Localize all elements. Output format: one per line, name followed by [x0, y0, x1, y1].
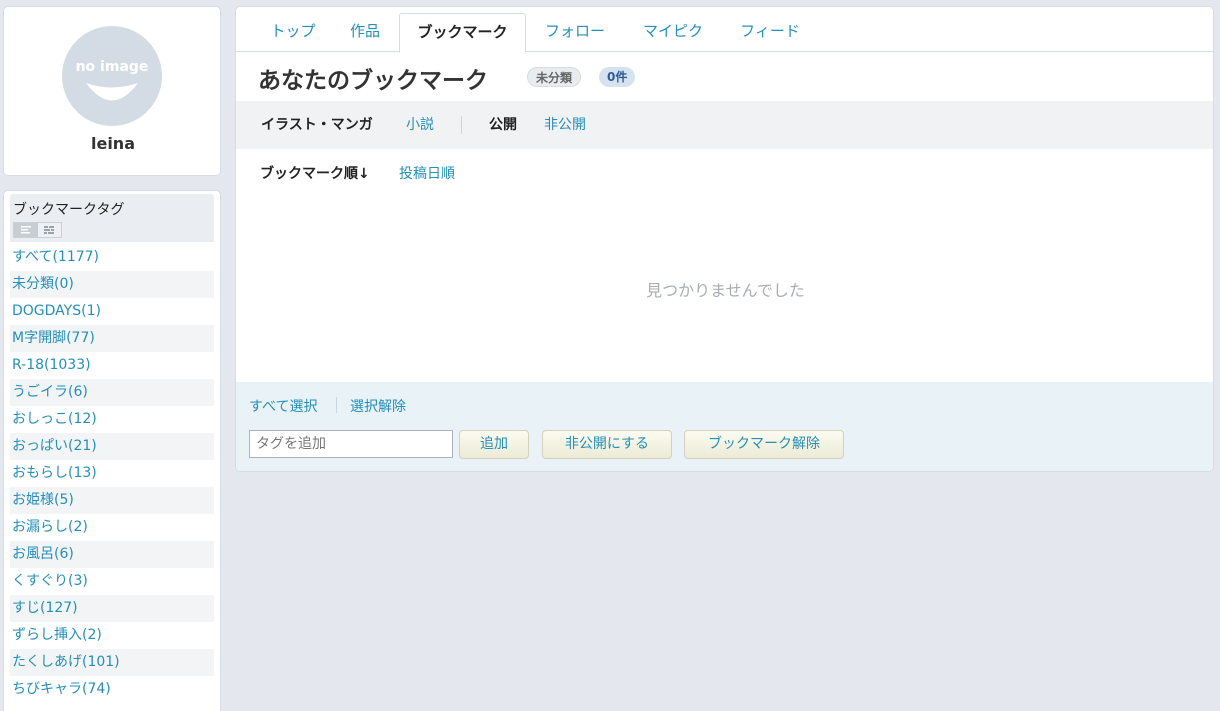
tag-link[interactable]: ずらし挿入(2)	[12, 627, 102, 643]
tag-item[interactable]: M字開脚(77)	[10, 325, 214, 352]
action-divider	[336, 397, 337, 413]
tag-view-toggle[interactable]	[13, 222, 62, 238]
tag-item[interactable]: おもらし(13)	[10, 460, 214, 487]
tag-link[interactable]: お姫様(5)	[12, 492, 74, 508]
no-image-icon: no image	[76, 59, 149, 101]
tab-top[interactable]: トップ	[253, 13, 333, 53]
tag-item[interactable]: お姫様(5)	[10, 487, 214, 514]
avatar-text: no image	[76, 59, 149, 75]
tag-link[interactable]: くすぐり(3)	[12, 573, 88, 589]
filter-divider	[461, 116, 462, 134]
tag-item[interactable]: くすぐり(3)	[10, 568, 214, 595]
tag-link[interactable]: お風呂(6)	[12, 546, 74, 562]
tab-works[interactable]: 作品	[336, 13, 394, 53]
tag-link[interactable]: すべて(1177)	[12, 249, 99, 265]
filter-novel[interactable]: 小説	[406, 101, 434, 149]
tag-link[interactable]: おもらし(13)	[12, 465, 97, 481]
tag-item[interactable]: すべて(1177)	[10, 244, 214, 271]
tab-mypixiv[interactable]: マイピク	[629, 13, 717, 53]
add-tag-button[interactable]: 追加	[459, 430, 529, 459]
tag-item[interactable]: すじ(127)	[10, 595, 214, 622]
empty-message: 見つかりませんでした	[646, 281, 805, 300]
tag-link[interactable]: M字開脚(77)	[12, 330, 95, 346]
tag-link[interactable]: おしっこ(12)	[12, 411, 97, 427]
tag-item[interactable]: ちびキャラ(74)	[10, 676, 214, 703]
remove-bookmark-button[interactable]: ブックマーク解除	[684, 430, 844, 459]
add-tag-input[interactable]	[249, 430, 453, 458]
list-view-icon[interactable]	[14, 223, 38, 237]
tag-item[interactable]: DOGDAYS(1)	[10, 298, 214, 325]
tag-panel-header: ブックマークタグ	[10, 194, 214, 242]
sort-post-date[interactable]: 投稿日順	[399, 163, 455, 183]
tag-item[interactable]: お風呂(6)	[10, 541, 214, 568]
tag-link[interactable]: すじ(127)	[12, 600, 78, 616]
tag-link[interactable]: R-18(1033)	[12, 357, 91, 373]
tag-panel-title: ブックマークタグ	[13, 202, 125, 218]
make-private-button[interactable]: 非公開にする	[542, 430, 672, 459]
avatar[interactable]: no image	[62, 26, 162, 126]
tab-feed[interactable]: フィード	[728, 13, 812, 53]
tag-link[interactable]: おっぱい(21)	[12, 438, 97, 454]
tag-link[interactable]: 未分類(0)	[12, 276, 74, 292]
deselect-link[interactable]: 選択解除	[350, 396, 406, 416]
tag-item[interactable]: お漏らし(2)	[10, 514, 214, 541]
current-tag-badge: 未分類	[527, 67, 582, 87]
cloud-view-icon[interactable]	[37, 223, 61, 237]
tag-list: すべて(1177) 未分類(0) DOGDAYS(1) M字開脚(77) R-1…	[10, 244, 214, 703]
sort-bookmark-order[interactable]: ブックマーク順↓	[260, 163, 370, 183]
select-all-link[interactable]: すべて選択	[249, 396, 317, 416]
count-badge: 0件	[599, 67, 636, 87]
filter-bar: イラスト・マンガ 小説 公開 非公開	[236, 101, 1213, 149]
tag-item[interactable]: 未分類(0)	[10, 271, 214, 298]
tag-link[interactable]: ちびキャラ(74)	[12, 681, 111, 697]
bookmark-tag-panel: ブックマークタグ すべて(1177) 未分類(0) DOGDAYS(1) M字開…	[3, 190, 221, 711]
page-title: あなたのブックマーク	[258, 68, 488, 94]
filter-public[interactable]: 公開	[489, 101, 517, 149]
bulk-action-bar: すべて選択 選択解除 追加 非公開にする ブックマーク解除	[236, 382, 1213, 471]
tag-item[interactable]: おっぱい(21)	[10, 433, 214, 460]
tag-link[interactable]: うごイラ(6)	[12, 384, 88, 400]
main-panel: トップ 作品 ブックマーク フォロー マイピク フィード あなたのブックマーク …	[235, 6, 1214, 472]
username[interactable]: leina	[4, 134, 222, 153]
tag-link[interactable]: たくしあげ(101)	[12, 654, 120, 670]
filter-private[interactable]: 非公開	[544, 101, 586, 149]
tag-item[interactable]: うごイラ(6)	[10, 379, 214, 406]
tag-item[interactable]: おしっこ(12)	[10, 406, 214, 433]
tag-item[interactable]: たくしあげ(101)	[10, 649, 214, 676]
profile-card: no image leina	[3, 6, 221, 176]
tag-item[interactable]: R-18(1033)	[10, 352, 214, 379]
tag-link[interactable]: DOGDAYS(1)	[12, 303, 101, 319]
tag-item[interactable]: ずらし挿入(2)	[10, 622, 214, 649]
tab-bar: トップ 作品 ブックマーク フォロー マイピク フィード	[236, 7, 1213, 53]
filter-illust-manga[interactable]: イラスト・マンガ	[261, 101, 373, 149]
tab-follow[interactable]: フォロー	[531, 13, 619, 53]
tag-link[interactable]: お漏らし(2)	[12, 519, 88, 535]
tab-bookmarks[interactable]: ブックマーク	[399, 13, 526, 53]
